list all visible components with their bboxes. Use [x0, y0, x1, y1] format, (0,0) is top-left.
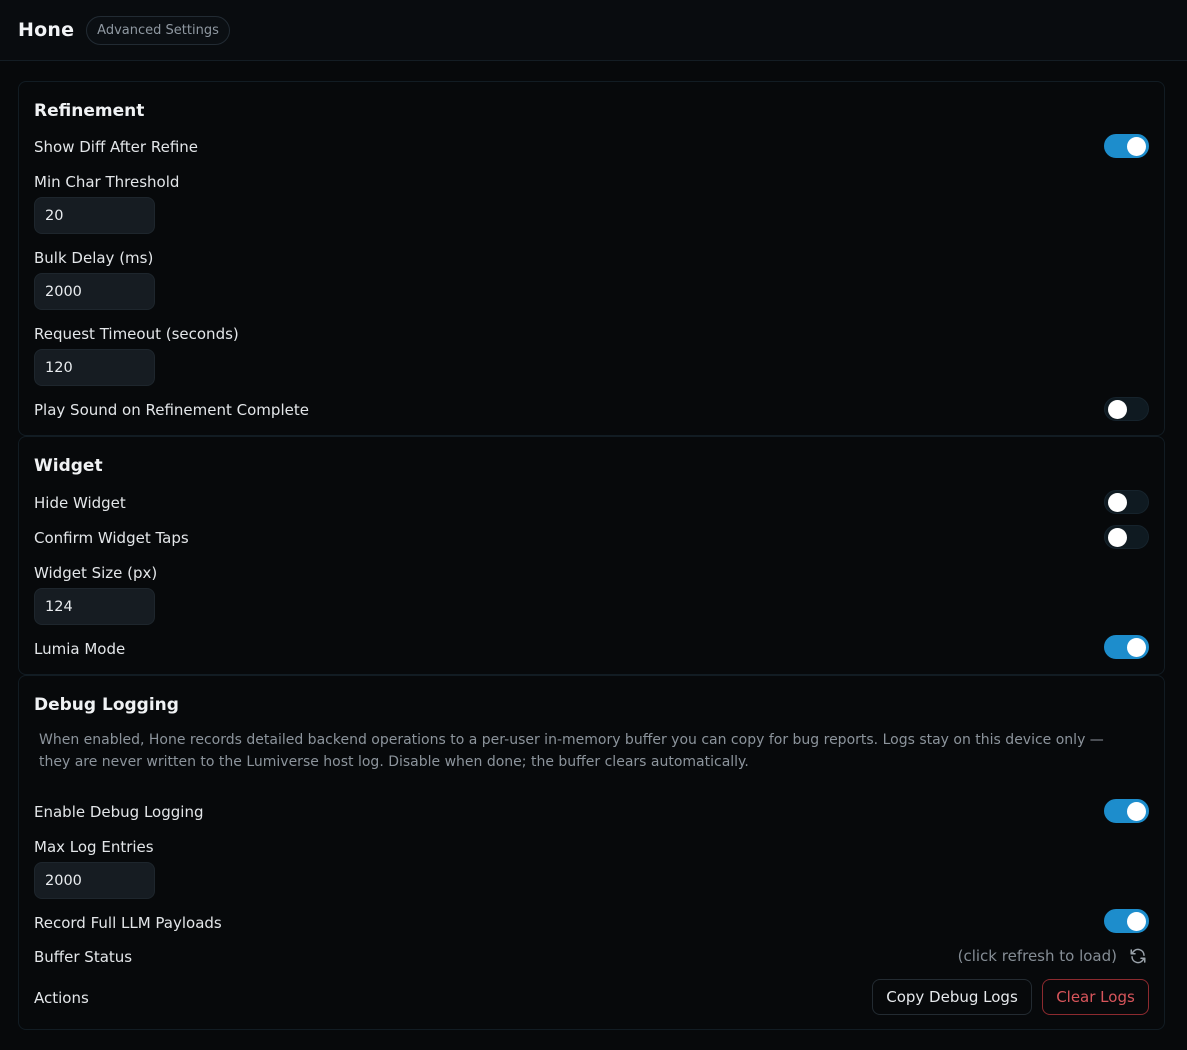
copy-debug-logs-button[interactable]: Copy Debug Logs — [872, 979, 1032, 1015]
timeout-label: Request Timeout (seconds) — [34, 325, 239, 343]
advanced-settings-badge: Advanced Settings — [86, 15, 230, 45]
debug-description: When enabled, Hone records detailed back… — [39, 732, 1104, 770]
lumia-mode-label: Lumia Mode — [34, 640, 126, 658]
max-entries-input[interactable] — [34, 862, 155, 899]
bulk-delay-label: Bulk Delay (ms) — [34, 249, 154, 267]
toggle-knob — [1127, 638, 1146, 657]
refinement-card: Refinement Show Diff After Refine Min Ch… — [18, 81, 1165, 436]
actions-label: Actions — [34, 989, 89, 1007]
widget-title: Widget — [34, 456, 103, 476]
enable-debug-label: Enable Debug Logging — [34, 803, 204, 821]
full-payloads-label: Record Full LLM Payloads — [34, 914, 222, 932]
buffer-status: (click refresh to load) — [958, 947, 1147, 965]
toggle-knob — [1108, 493, 1127, 512]
widget-size-label: Widget Size (px) — [34, 564, 158, 582]
hide-widget-toggle[interactable] — [1104, 490, 1149, 514]
buffer-status-value: (click refresh to load) — [957, 947, 1117, 965]
lumia-mode-toggle[interactable] — [1104, 635, 1149, 659]
widget-size-input[interactable] — [34, 588, 155, 625]
refresh-icon[interactable] — [1129, 947, 1147, 965]
toggle-knob — [1108, 528, 1127, 547]
max-entries-label: Max Log Entries — [34, 838, 154, 856]
min-char-input[interactable] — [34, 197, 155, 234]
show-diff-label: Show Diff After Refine — [34, 138, 199, 156]
play-sound-label: Play Sound on Refinement Complete — [34, 401, 309, 419]
confirm-taps-toggle[interactable] — [1104, 525, 1149, 549]
clear-logs-button[interactable]: Clear Logs — [1042, 979, 1149, 1015]
refinement-title: Refinement — [34, 101, 145, 121]
timeout-input[interactable] — [34, 349, 155, 386]
buffer-status-label: Buffer Status — [34, 948, 133, 966]
toggle-knob — [1127, 912, 1146, 931]
toggle-knob — [1127, 137, 1146, 156]
debug-card: Debug Logging When enabled, Hone records… — [18, 675, 1165, 1030]
header-bar: Hone Advanced Settings — [0, 0, 1187, 61]
widget-card: Widget Hide Widget Confirm Widget Taps W… — [18, 436, 1165, 675]
full-payloads-toggle[interactable] — [1104, 909, 1149, 933]
confirm-taps-label: Confirm Widget Taps — [34, 529, 189, 547]
debug-title: Debug Logging — [34, 695, 179, 715]
show-diff-toggle[interactable] — [1104, 134, 1149, 158]
hide-widget-label: Hide Widget — [34, 494, 126, 512]
toggle-knob — [1108, 400, 1127, 419]
bulk-delay-input[interactable] — [34, 273, 155, 310]
enable-debug-toggle[interactable] — [1104, 799, 1149, 823]
min-char-label: Min Char Threshold — [34, 173, 180, 191]
play-sound-toggle[interactable] — [1104, 397, 1149, 421]
app-title: Hone — [18, 19, 75, 41]
toggle-knob — [1127, 802, 1146, 821]
